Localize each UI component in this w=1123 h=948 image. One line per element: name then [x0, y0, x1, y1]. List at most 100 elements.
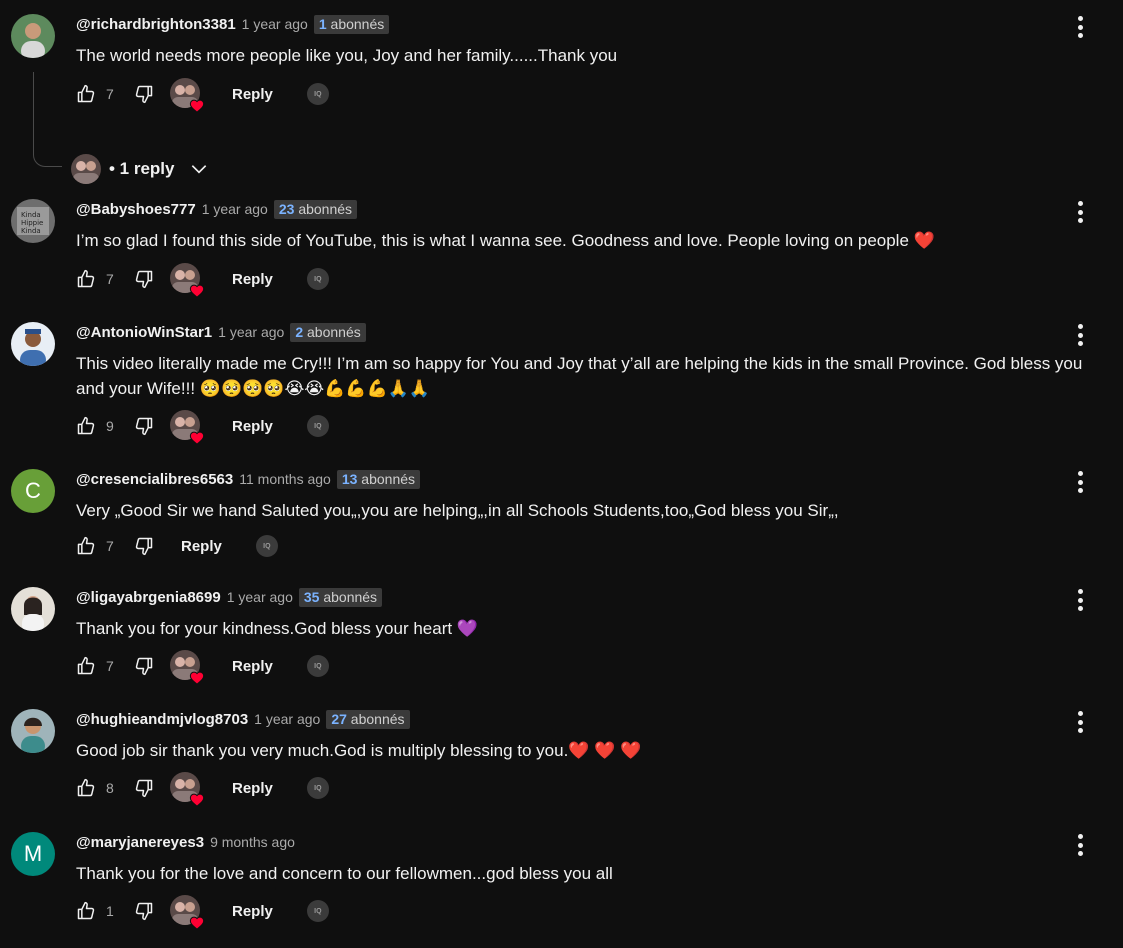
more-options-icon[interactable] — [1071, 14, 1089, 40]
subscriber-badge: 13 abonnés — [336, 469, 421, 489]
creator-heart-avatar — [170, 263, 205, 298]
iq-icon[interactable]: IQ — [306, 268, 329, 290]
like-count: 1 — [106, 903, 114, 919]
reply-button[interactable]: Reply — [232, 86, 273, 103]
reply-button[interactable]: Reply — [232, 780, 273, 797]
reply-button[interactable]: Reply — [232, 418, 273, 435]
thumbs-up-icon[interactable] — [76, 778, 96, 798]
svg-text:Kinda: Kinda — [21, 211, 41, 219]
subscriber-badge: 2 abonnés — [290, 322, 366, 342]
avatar[interactable]: Kinda Hippie Kinda — [11, 199, 55, 243]
thumbs-down-icon[interactable] — [134, 416, 154, 436]
author-name[interactable]: @richardbrighton3381 — [76, 16, 236, 33]
iq-icon[interactable]: IQ — [306, 655, 329, 677]
iq-icon[interactable]: IQ — [306, 415, 329, 437]
subscriber-suffix: abonnés — [303, 323, 361, 340]
subscriber-badge: 23 abonnés — [273, 199, 358, 219]
comment-header: @hughieandmjvlog8703 1 year ago 27 abonn… — [76, 708, 410, 730]
action-bar: 7 Reply IQ — [76, 77, 329, 113]
comment-text: Very „Good Sir we hand Saluted you„,you … — [76, 501, 839, 520]
timestamp[interactable]: 1 year ago — [218, 324, 284, 340]
thumbs-down-icon[interactable] — [134, 656, 154, 676]
comment-header: @richardbrighton3381 1 year ago 1 abonné… — [76, 13, 390, 35]
like-count: 9 — [106, 418, 114, 434]
comment-text: This video literally made me Cry!!! I’m … — [76, 354, 1083, 398]
thumbs-up-icon[interactable] — [76, 536, 96, 556]
thumbs-down-icon[interactable] — [134, 269, 154, 289]
comment-text: Thank you for your kindness.God bless yo… — [76, 619, 478, 638]
subscriber-count: 35 — [303, 588, 320, 605]
thread-connector — [33, 72, 62, 167]
subscriber-suffix: abonnés — [346, 710, 405, 727]
reply-button[interactable]: Reply — [232, 271, 273, 288]
action-bar: 9 Reply IQ — [76, 409, 329, 445]
subscriber-count: 2 — [295, 323, 304, 340]
subscriber-badge: 1 abonnés — [313, 14, 390, 34]
thumbs-up-icon[interactable] — [76, 269, 96, 289]
comment-text: Good job sir thank you very much.God is … — [76, 741, 642, 760]
creator-heart-avatar — [170, 895, 205, 930]
avatar[interactable] — [11, 709, 55, 753]
action-bar: 7 Reply IQ — [76, 649, 329, 685]
author-name[interactable]: @Babyshoes777 — [76, 201, 196, 218]
comment-header: @maryjanereyes3 9 months ago — [76, 831, 295, 853]
thumbs-up-icon[interactable] — [76, 416, 96, 436]
like-count: 7 — [106, 86, 114, 102]
avatar[interactable] — [11, 322, 55, 366]
timestamp[interactable]: 1 year ago — [254, 711, 320, 727]
avatar[interactable]: M — [11, 832, 55, 876]
reply-button[interactable]: Reply — [232, 903, 273, 920]
thumbs-up-icon[interactable] — [76, 901, 96, 921]
timestamp[interactable]: 9 months ago — [210, 834, 295, 850]
comment-header: @AntonioWinStar1 1 year ago 2 abonnés — [76, 321, 366, 343]
creator-heart-avatar — [170, 650, 205, 685]
subscriber-suffix: abonnés — [294, 200, 353, 217]
thumbs-down-icon[interactable] — [134, 536, 154, 556]
svg-text:Hippie: Hippie — [21, 219, 43, 227]
thumbs-down-icon[interactable] — [134, 778, 154, 798]
subscriber-count: 27 — [331, 710, 347, 727]
comment-text: I’m so glad I found this side of YouTube… — [76, 231, 935, 250]
view-replies-button[interactable]: • 1 reply — [71, 153, 209, 185]
like-count: 7 — [106, 658, 114, 674]
avatar[interactable] — [11, 14, 55, 58]
iq-icon[interactable]: IQ — [306, 900, 329, 922]
more-options-icon[interactable] — [1071, 469, 1089, 495]
more-options-icon[interactable] — [1071, 322, 1089, 348]
thumbs-down-icon[interactable] — [134, 84, 154, 104]
thumbs-up-icon[interactable] — [76, 656, 96, 676]
action-bar: 1 Reply IQ — [76, 894, 329, 930]
subscriber-suffix: abonnés — [319, 588, 378, 605]
author-name[interactable]: @hughieandmjvlog8703 — [76, 711, 248, 728]
author-name[interactable]: @maryjanereyes3 — [76, 834, 204, 851]
author-name[interactable]: @cresencialibres6563 — [76, 471, 233, 488]
more-options-icon[interactable] — [1071, 832, 1089, 858]
subscriber-suffix: abonnés — [326, 15, 385, 32]
thumbs-down-icon[interactable] — [134, 901, 154, 921]
timestamp[interactable]: 1 year ago — [227, 589, 293, 605]
iq-icon[interactable]: IQ — [255, 535, 278, 557]
timestamp[interactable]: 1 year ago — [242, 16, 308, 32]
more-options-icon[interactable] — [1071, 199, 1089, 225]
replies-count: • 1 reply — [109, 159, 175, 178]
heart-icon — [189, 671, 205, 685]
avatar-initial: C — [25, 478, 41, 503]
more-options-icon[interactable] — [1071, 587, 1089, 613]
reply-button[interactable]: Reply — [232, 658, 273, 675]
timestamp[interactable]: 11 months ago — [239, 471, 331, 487]
action-bar: 7 Reply IQ — [76, 529, 278, 563]
more-options-icon[interactable] — [1071, 709, 1089, 735]
thumbs-up-icon[interactable] — [76, 84, 96, 104]
author-name[interactable]: @ligayabrgenia8699 — [76, 589, 221, 606]
avatar[interactable]: C — [11, 469, 55, 513]
creator-heart-avatar — [170, 410, 205, 445]
comment-text: Thank you for the love and concern to ou… — [76, 864, 613, 883]
author-name[interactable]: @AntonioWinStar1 — [76, 324, 212, 341]
heart-icon — [189, 284, 205, 298]
reply-button[interactable]: Reply — [181, 538, 222, 555]
avatar[interactable] — [11, 587, 55, 631]
iq-icon[interactable]: IQ — [306, 83, 329, 105]
iq-icon[interactable]: IQ — [306, 777, 329, 799]
subscriber-count: 1 — [318, 15, 327, 32]
timestamp[interactable]: 1 year ago — [202, 201, 268, 217]
